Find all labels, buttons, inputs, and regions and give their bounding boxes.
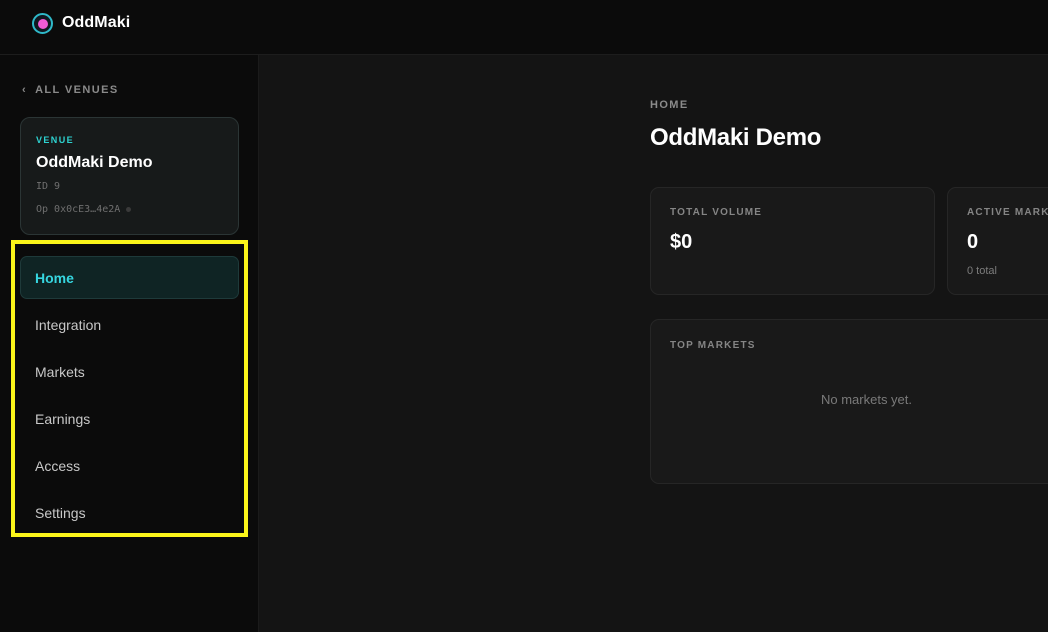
logo-dot [37,18,48,29]
venue-id: ID 9 [36,181,61,192]
chevron-left-icon: ‹ [22,84,28,96]
venue-nav: Home Integration Markets Earnings Access… [20,256,239,538]
nav-item-earnings[interactable]: Earnings [20,397,239,440]
all-venues-link[interactable]: ‹ ALL VENUES [22,84,119,96]
main-content: HOME OddMaki Demo TOTAL VOLUME $0 ACTIVE… [260,56,1048,632]
top-bar: OddMaki [0,0,1048,55]
total-volume-card: TOTAL VOLUME $0 [650,187,935,295]
breadcrumb: HOME [650,99,689,111]
venue-card: VENUE OddMaki Demo ID 9 Op 0x0cE3…4e2A [20,117,239,235]
active-markets-value: 0 [967,231,979,253]
active-markets-card: ACTIVE MARKETS 0 0 total [947,187,1048,295]
nav-item-access[interactable]: Access [20,444,239,487]
active-markets-label: ACTIVE MARKETS [967,207,1048,218]
sidebar: ‹ ALL VENUES VENUE OddMaki Demo ID 9 Op … [0,55,259,632]
nav-item-settings[interactable]: Settings [20,491,239,534]
nav-item-home[interactable]: Home [20,256,239,299]
top-markets-title: TOP MARKETS [670,340,756,351]
venue-name: OddMaki Demo [36,154,153,171]
venue-eyebrow: VENUE [36,135,75,145]
venue-operator-address: Op 0x0cE3…4e2A [36,204,121,215]
app-name[interactable]: OddMaki [62,14,130,32]
active-markets-total: 0 total [967,265,997,277]
top-markets-card: TOP MARKETS No markets yet. [650,319,1048,484]
total-volume-value: $0 [670,231,693,253]
nav-item-markets[interactable]: Markets [20,350,239,393]
total-volume-label: TOTAL VOLUME [670,207,763,218]
all-venues-label: ALL VENUES [35,84,119,96]
top-markets-empty-state: No markets yet. [820,392,913,407]
nav-item-integration[interactable]: Integration [20,303,239,346]
page-title: OddMaki Demo [650,124,822,151]
venue-operator: Op 0x0cE3…4e2A [36,204,132,215]
copy-icon[interactable] [126,207,132,212]
logo-icon[interactable] [32,13,53,34]
